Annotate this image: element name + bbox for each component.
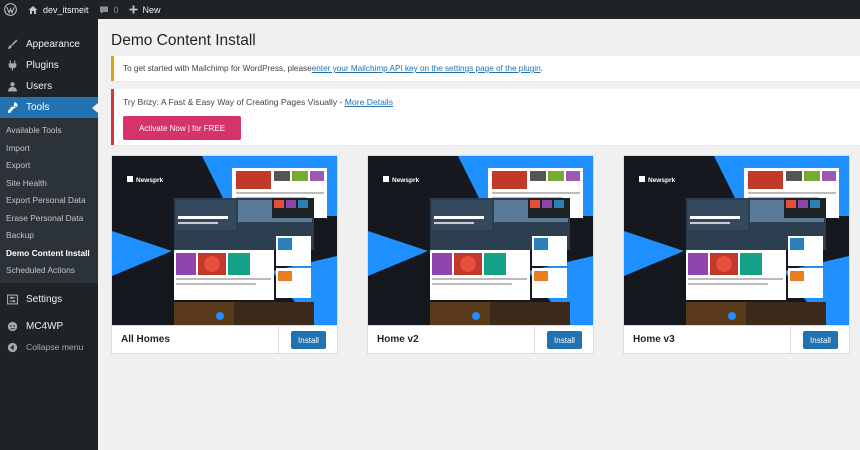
wordpress-logo-button[interactable] <box>0 0 23 19</box>
menu-item-label: Users <box>26 81 53 92</box>
demo-name: Home v3 <box>633 334 675 345</box>
submenu-item-site-health[interactable]: Site Health <box>0 175 98 193</box>
submenu-item-export[interactable]: Export <box>0 157 98 175</box>
wordpress-logo-icon <box>4 3 17 16</box>
menu-item-settings[interactable]: Settings <box>0 289 98 310</box>
settings-icon <box>6 293 18 305</box>
demo-preview-image: Newsprk <box>368 156 593 325</box>
submenu-item-import[interactable]: Import <box>0 140 98 158</box>
thumbnail-logo: Newsprk <box>136 177 163 184</box>
menu-item-label: Appearance <box>26 39 80 50</box>
demo-name: All Homes <box>121 334 170 345</box>
menu-item-appearance[interactable]: Appearance <box>0 34 98 55</box>
page-title: Demo Content Install <box>111 32 256 49</box>
footer-divider <box>278 326 279 354</box>
demo-thumbnail[interactable]: Newsprk <box>624 156 849 325</box>
install-button[interactable]: Install <box>291 331 326 349</box>
mailchimp-notice-text: To get started with Mailchimp for WordPr… <box>123 64 312 73</box>
demo-card-all-homes[interactable]: Newsprk All Homes Install <box>111 155 338 354</box>
brizy-notice: Try Brizy: A Fast & Easy Way of Creating… <box>111 89 860 145</box>
menu-item-label: MC4WP <box>26 320 64 332</box>
activate-brizy-button[interactable]: Activate Now | for FREE <box>123 116 241 140</box>
menu-item-label: Settings <box>26 293 63 305</box>
demo-card-home-v3[interactable]: Newsprk Home v3 Install <box>623 155 850 354</box>
menu-item-mc4wp[interactable]: MC4WP <box>0 316 98 337</box>
new-content-button[interactable]: New <box>124 0 166 19</box>
menu-item-users[interactable]: Users <box>0 76 98 97</box>
admin-sidebar: Appearance Plugins Users Tools Available… <box>0 19 98 450</box>
collapse-menu-button[interactable]: Collapse menu <box>0 337 98 358</box>
comments-link[interactable]: 0 <box>94 0 124 19</box>
demo-thumbnail[interactable]: Newsprk <box>368 156 593 325</box>
tools-submenu: Available Tools Import Export Site Healt… <box>0 118 98 283</box>
footer-divider <box>534 326 535 354</box>
menu-item-label: Plugins <box>26 60 59 71</box>
demo-thumbnail[interactable]: Newsprk <box>112 156 337 325</box>
demo-preview-image: Newsprk <box>112 156 337 325</box>
demo-preview-image: Newsprk <box>624 156 849 325</box>
mailchimp-notice-suffix: . <box>540 64 543 73</box>
demo-card-home-v2[interactable]: Newsprk Home v2 Install <box>367 155 594 354</box>
new-label: New <box>142 4 161 15</box>
brizy-notice-text-wrap: Try Brizy: A Fast & Easy Way of Creating… <box>123 97 393 107</box>
paintbrush-icon <box>6 39 18 51</box>
menu-item-label: Collapse menu <box>26 342 84 352</box>
comments-count: 0 <box>113 4 119 15</box>
site-name: dev_itsmeit <box>43 4 89 15</box>
home-icon <box>28 5 38 15</box>
footer-divider <box>790 326 791 354</box>
submenu-item-erase-personal-data[interactable]: Erase Personal Data <box>0 210 98 228</box>
users-icon <box>6 81 18 93</box>
site-name-link[interactable]: dev_itsmeit <box>23 0 94 19</box>
mailchimp-notice: To get started with Mailchimp for WordPr… <box>111 56 860 81</box>
submenu-item-export-personal-data[interactable]: Export Personal Data <box>0 192 98 210</box>
mc4wp-icon <box>6 320 18 332</box>
plus-icon <box>128 5 138 14</box>
main-content: Demo Content Install To get started with… <box>98 19 860 450</box>
menu-item-plugins[interactable]: Plugins <box>0 55 98 76</box>
demo-card-footer: Home v3 Install <box>624 325 849 354</box>
submenu-item-backup[interactable]: Backup <box>0 227 98 245</box>
submenu-item-available-tools[interactable]: Available Tools <box>0 122 98 140</box>
admin-bar: dev_itsmeit 0 New <box>0 0 860 19</box>
submenu-item-scheduled-actions[interactable]: Scheduled Actions <box>0 262 98 280</box>
wrench-icon <box>6 102 18 114</box>
brizy-more-details-link[interactable]: More Details <box>345 97 393 107</box>
collapse-icon <box>6 341 18 353</box>
brizy-notice-text: Try Brizy: A Fast & Easy Way of Creating… <box>123 97 345 107</box>
install-button[interactable]: Install <box>547 331 582 349</box>
menu-item-tools[interactable]: Tools <box>0 97 98 118</box>
demo-card-footer: Home v2 Install <box>368 325 593 354</box>
demo-card-footer: All Homes Install <box>112 325 337 354</box>
install-button[interactable]: Install <box>803 331 838 349</box>
demo-name: Home v2 <box>377 334 419 345</box>
thumbnail-logo: Newsprk <box>648 177 675 184</box>
submenu-item-demo-content-install[interactable]: Demo Content Install <box>0 245 98 263</box>
thumbnail-logo: Newsprk <box>392 177 419 184</box>
mailchimp-api-key-link[interactable]: enter your Mailchimp API key on the sett… <box>312 64 541 73</box>
menu-item-label: Tools <box>26 102 50 113</box>
comment-bubble-icon <box>99 5 109 15</box>
plugin-icon <box>6 60 18 72</box>
